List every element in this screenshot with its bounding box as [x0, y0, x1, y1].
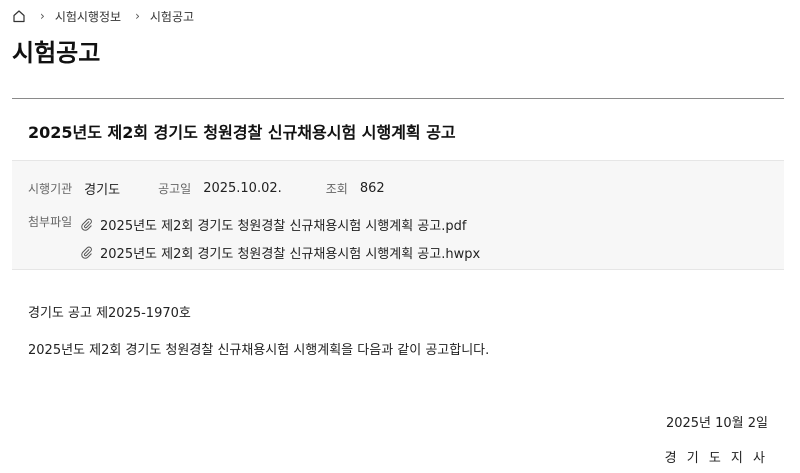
chevron-right-icon: › — [135, 9, 140, 23]
paperclip-icon — [81, 218, 92, 231]
attachment-name: 2025년도 제2회 경기도 청원경찰 신규채용시험 시행계획 공고.pdf — [100, 218, 467, 234]
notice-text: 2025년도 제2회 경기도 청원경찰 신규채용시험 시행계획을 다음과 같이 … — [28, 343, 490, 358]
notice-body: 경기도 공고 제2025-1970호 2025년도 제2회 경기도 청원경찰 신… — [28, 302, 489, 358]
notice-date: 2025년 10월 2일 — [665, 416, 768, 431]
attachments-label: 첨부파일 — [28, 215, 73, 229]
attachment-link-pdf[interactable]: 2025년도 제2회 경기도 청원경찰 신규채용시험 시행계획 공고.pdf — [80, 212, 540, 236]
title-divider — [12, 98, 784, 99]
home-icon[interactable] — [12, 9, 26, 23]
paperclip-icon — [81, 246, 92, 259]
notice-number: 경기도 공고 제2025-1970호 — [28, 306, 191, 321]
notice-meta-box: 시행기관 경기도 공고일 2025.10.02. 조회 862 첨부파일 202… — [12, 160, 784, 270]
chevron-right-icon: › — [40, 9, 45, 23]
breadcrumb: › 시험시행정보 › 시험공고 — [12, 7, 194, 25]
notice-signer: 경 기 도 지 사 — [664, 451, 768, 466]
agency-value: 경기도 — [84, 183, 121, 198]
views-label: 조회 — [325, 182, 348, 196]
attachment-name: 2025년도 제2회 경기도 청원경찰 신규채용시험 시행계획 공고.hwpx — [100, 246, 481, 262]
notice-title: 2025년도 제2회 경기도 청원경찰 신규채용시험 시행계획 공고 — [28, 123, 456, 142]
breadcrumb-item-exam-notice[interactable]: 시험공고 — [150, 8, 194, 25]
agency-label: 시행기관 — [28, 182, 73, 196]
attachment-link-hwpx[interactable]: 2025년도 제2회 경기도 청원경찰 신규채용시험 시행계획 공고.hwpx — [80, 240, 540, 264]
attachment-list: 2025년도 제2회 경기도 청원경찰 신규채용시험 시행계획 공고.pdf 2… — [80, 212, 540, 268]
meta-row: 시행기관 경기도 공고일 2025.10.02. 조회 862 — [28, 179, 385, 198]
date-label: 공고일 — [158, 182, 192, 196]
page-title: 시험공고 — [12, 39, 101, 67]
views-value: 862 — [359, 181, 385, 196]
breadcrumb-item-exam-info[interactable]: 시험시행정보 — [55, 8, 121, 25]
date-value: 2025.10.02. — [203, 181, 282, 196]
